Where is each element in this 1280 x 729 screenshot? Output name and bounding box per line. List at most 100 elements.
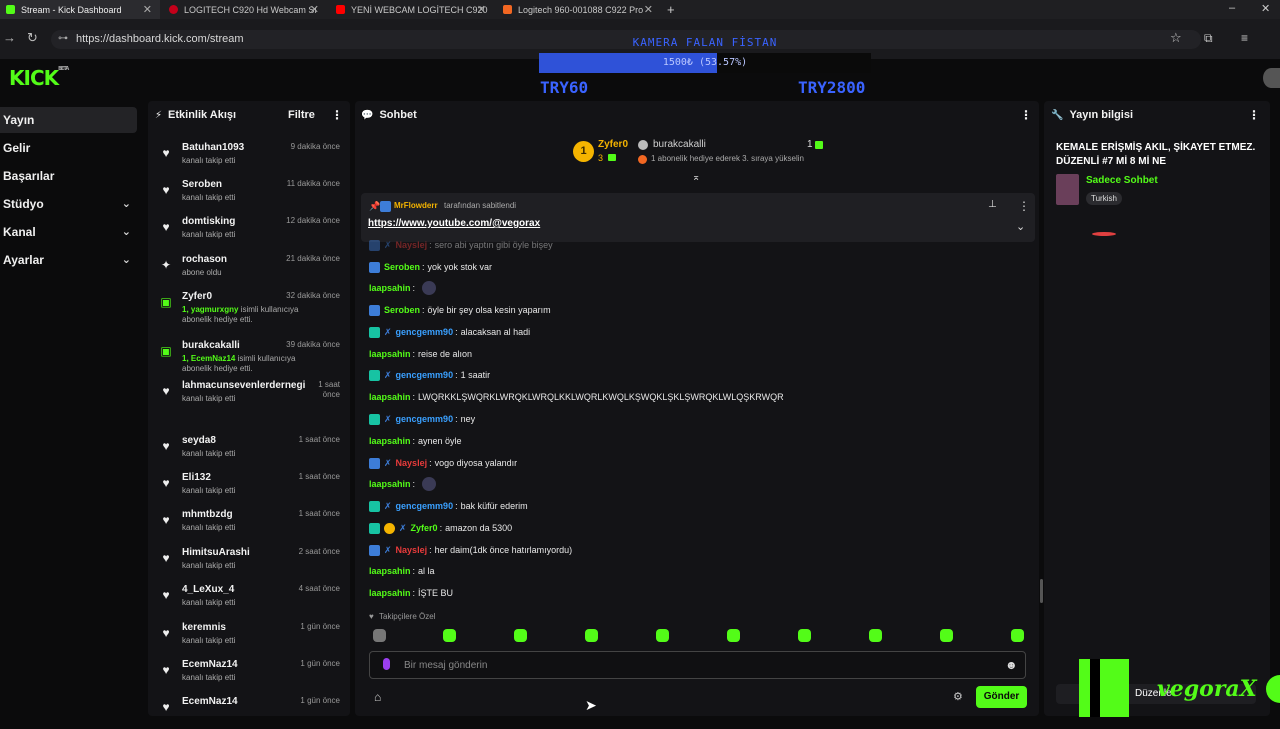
chat-message[interactable]: laapsahin: LWQRKKLŞWQRKLWRQKLWRQLKKLWQRLK… [369, 390, 784, 404]
chat-username[interactable]: gencgemm90 [396, 414, 454, 424]
activity-item[interactable]: ♥ seyda8 kanalı takip etti 1 saat önce [148, 431, 342, 468]
chat-message[interactable]: ✗ gencgemm90: bak küfür ederim [369, 499, 528, 513]
store-icon[interactable]: ⌂ [374, 690, 381, 704]
close-icon[interactable]: ✕ [310, 3, 319, 16]
chat-message[interactable]: ✗ gencgemm90: ney [369, 412, 475, 426]
pinned-link[interactable]: https://www.youtube.com/@vegorax [368, 218, 540, 229]
chat-username[interactable]: laapsahin [369, 566, 411, 576]
menu-icon[interactable]: ≡ [1241, 31, 1248, 45]
gift-recipient[interactable]: 1, EcemNaz14 [182, 354, 235, 363]
activity-item[interactable]: ▣ Zyfer0 1, yagmurxgny isimli kullanıcıya … [148, 287, 342, 324]
more-options-icon[interactable]: ⋮ [1248, 108, 1260, 122]
emote-icon[interactable] [443, 629, 456, 642]
chat-message[interactable]: ✗ Nayslej: her daim(1dk önce hatırlamıyord… [369, 543, 572, 557]
activity-item[interactable]: ♥ Eli132 kanalı takip etti 1 saat önce [148, 468, 342, 505]
sidebar-item-studyo[interactable]: Stüdyo ⌄ [0, 191, 137, 217]
microphone-icon[interactable] [383, 658, 390, 670]
activity-item[interactable]: ♥ Seroben kanalı takip etti 11 dakika önce [148, 175, 342, 212]
bookmark-star-icon[interactable]: ☆ [1170, 30, 1182, 46]
reload-icon[interactable]: ↻ [27, 30, 38, 46]
activity-item[interactable]: ♥ lahmacunsevenlerdernegi kanalı takip ett… [148, 376, 342, 413]
more-options-icon[interactable]: ⋮ [331, 108, 343, 122]
chat-message[interactable]: laapsahin: [369, 281, 437, 295]
activity-item[interactable]: ♥ EcemNaz14 1 gün önce [148, 692, 342, 729]
chat-username[interactable]: laapsahin [369, 283, 411, 293]
sidebar-item-kanal[interactable]: Kanal ⌄ [0, 219, 137, 245]
chat-username[interactable]: Zyfer0 [411, 523, 438, 533]
top-gifter-name[interactable]: Zyfer0 [598, 139, 628, 150]
sidebar-item-ayarlar[interactable]: Ayarlar ⌄ [0, 247, 137, 273]
emote-icon[interactable] [585, 629, 598, 642]
activity-item[interactable]: ♥ mhmtbzdg kanalı takip etti 1 saat önce [148, 505, 342, 542]
chat-message[interactable]: ✗ Nayslej: vogo diyosa yalandır [369, 456, 517, 470]
chat-message[interactable]: laapsahin: al la [369, 564, 435, 578]
pinned-message[interactable]: 📌 MrFlowderr tarafından sabitlendi https… [361, 193, 1035, 242]
emote-icon[interactable] [1011, 629, 1024, 642]
activity-item[interactable]: ♥ HimitsuArashi kanalı takip etti 2 saat ön… [148, 543, 342, 580]
activity-item[interactable]: ▣ burakcakalli 1, EcemNaz14 isimli kullanı… [148, 336, 342, 373]
close-icon[interactable]: ✕ [644, 3, 653, 16]
close-window-icon[interactable]: ✕ [1261, 2, 1270, 15]
chat-username[interactable]: gencgemm90 [396, 327, 454, 337]
gift-recipient[interactable]: 1, yagmurxgny [182, 305, 238, 314]
chat-username[interactable]: gencgemm90 [396, 501, 454, 511]
chat-username[interactable]: laapsahin [369, 479, 411, 489]
chat-message[interactable]: laapsahin: reise de alıon [369, 347, 472, 361]
emote-icon[interactable] [869, 629, 882, 642]
sidebar-item-yayin[interactable]: Yayın [0, 107, 137, 133]
category-name[interactable]: Sadece Sohbet [1086, 175, 1158, 186]
tab-logitech-c920[interactable]: LOGITECH C920 Hd Webcam Sı ✕ [163, 0, 327, 19]
activity-item[interactable]: ♥ 4_LeXux_4 kanalı takip etti 4 saat önce [148, 580, 342, 617]
minimize-icon[interactable]: – [1229, 2, 1235, 14]
chevron-down-icon[interactable]: ⌄ [1016, 220, 1025, 233]
chat-username[interactable]: Nayslej [396, 458, 428, 468]
chat-username[interactable]: Nayslej [396, 240, 428, 250]
chat-username[interactable]: Seroben [384, 262, 420, 272]
activity-item[interactable]: ♥ EcemNaz14 kanalı takip etti 1 gün önce [148, 655, 342, 692]
gear-icon[interactable]: ⚙ [953, 690, 963, 703]
emote-icon[interactable] [940, 629, 953, 642]
chat-message[interactable]: ✗ Nayslej: sero abi yaptın gibi öyle bişey [369, 238, 553, 252]
emote-icon[interactable] [727, 629, 740, 642]
activity-item[interactable]: ♥ Batuhan1093 kanalı takip etti 9 dakika ön… [148, 138, 342, 175]
avatar[interactable] [1263, 68, 1280, 88]
activity-user[interactable]: lahmacunsevenlerdernegi [182, 380, 312, 391]
chat-message[interactable]: laapsahin: aynen öyle [369, 434, 462, 448]
chat-username[interactable]: Nayslej [396, 545, 428, 555]
back-icon[interactable]: → [3, 30, 16, 45]
site-info-icon[interactable]: ⊶ [58, 33, 68, 44]
tab-logitech-c922[interactable]: Logitech 960-001088 C922 Pro ✕ [497, 0, 661, 19]
chat-message[interactable]: Seroben: öyle bir şey olsa kesin yaparım [369, 303, 551, 317]
activity-item[interactable]: ♥ domtisking kanalı takip etti 12 dakika ön… [148, 212, 342, 249]
chat-username[interactable]: laapsahin [369, 588, 411, 598]
new-tab-icon[interactable]: + [667, 2, 675, 17]
chat-message[interactable]: laapsahin: İŞTE BU [369, 586, 453, 600]
emote-icon[interactable] [798, 629, 811, 642]
chat-message[interactable]: ✗ gencgemm90: alacaksan al hadi [369, 325, 530, 339]
chat-message[interactable]: laapsahin: [369, 477, 437, 491]
chat-input[interactable]: Bir mesaj gönderin ☻ [369, 651, 1026, 679]
chat-username[interactable]: laapsahin [369, 349, 411, 359]
chat-message[interactable]: ✗ Zyfer0: amazon da 5300 [369, 521, 512, 535]
close-icon[interactable]: ✕ [143, 3, 152, 16]
second-gifter-name[interactable]: burakcakalli [653, 139, 706, 150]
emoji-icon[interactable]: ☻ [1005, 658, 1018, 672]
pinned-by[interactable]: MrFlowderr [394, 201, 438, 210]
chat-scrollbar[interactable] [1040, 579, 1043, 603]
sidebar-item-basarilar[interactable]: Başarılar [0, 163, 137, 189]
unpin-icon[interactable]: ⊥ [988, 199, 997, 210]
extensions-icon[interactable]: ⧉ [1204, 31, 1213, 46]
kick-logo[interactable]: KICKBETA [9, 66, 69, 90]
tab-kick-dashboard[interactable]: Stream - Kick Dashboard ✕ [0, 0, 160, 19]
activity-item[interactable]: ✦ rochason abone oldu 21 dakika önce [148, 250, 342, 287]
chat-username[interactable]: Seroben [384, 305, 420, 315]
more-options-icon[interactable]: ⋮ [1018, 199, 1030, 213]
emote-icon[interactable] [514, 629, 527, 642]
chat-username[interactable]: gencgemm90 [396, 370, 454, 380]
category-thumbnail[interactable] [1056, 174, 1079, 205]
send-button[interactable]: Gönder [976, 686, 1027, 708]
collapse-icon[interactable]: ⌅ [692, 172, 700, 183]
chat-message[interactable]: ✗ gencgemm90:1 saatir [369, 368, 490, 382]
activity-item[interactable]: ♥ keremnis kanalı takip etti 1 gün önce [148, 618, 342, 655]
close-icon[interactable]: ✕ [477, 3, 486, 16]
